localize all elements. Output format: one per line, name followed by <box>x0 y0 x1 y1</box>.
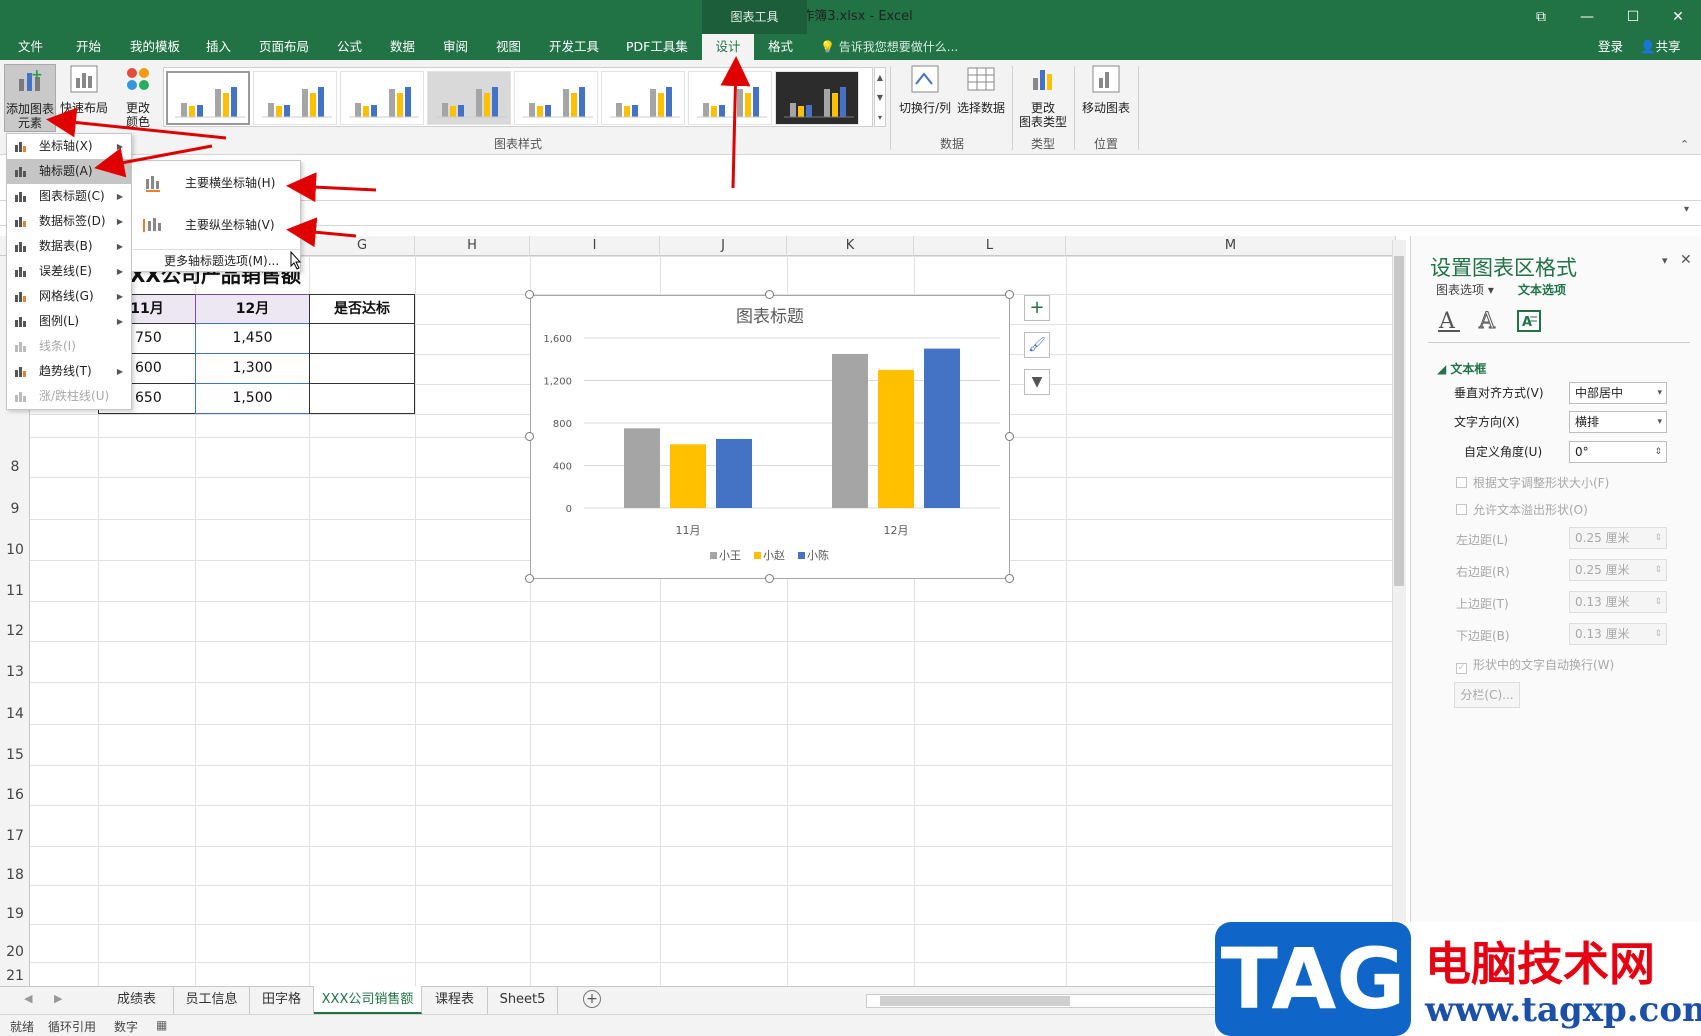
watermark-url: www.tagxp.com <box>1425 990 1701 1030</box>
chart-resize-handle[interactable] <box>1005 574 1014 583</box>
watermark-tag-logo: TAG <box>1215 922 1411 1036</box>
chart-resize-handle[interactable] <box>525 574 534 583</box>
chart-resize-handle[interactable] <box>1005 290 1014 299</box>
arrow-to-vertical-axis <box>286 217 357 248</box>
chart-resize-handle[interactable] <box>765 290 774 299</box>
arrow-to-horizontal-axis <box>286 172 377 203</box>
chart-resize-handle[interactable] <box>525 432 534 441</box>
chart-resize-handle[interactable] <box>765 574 774 583</box>
chart-resize-handle[interactable] <box>1005 432 1014 441</box>
arrow-to-design-tab <box>720 56 751 189</box>
watermark-site-name: 电脑技术网 <box>1425 937 1655 991</box>
arrow-to-axis-title <box>94 144 213 178</box>
annotation-arrows <box>46 56 751 248</box>
arrow-to-add-element <box>46 107 227 140</box>
chart-resize-handle[interactable] <box>525 290 534 299</box>
